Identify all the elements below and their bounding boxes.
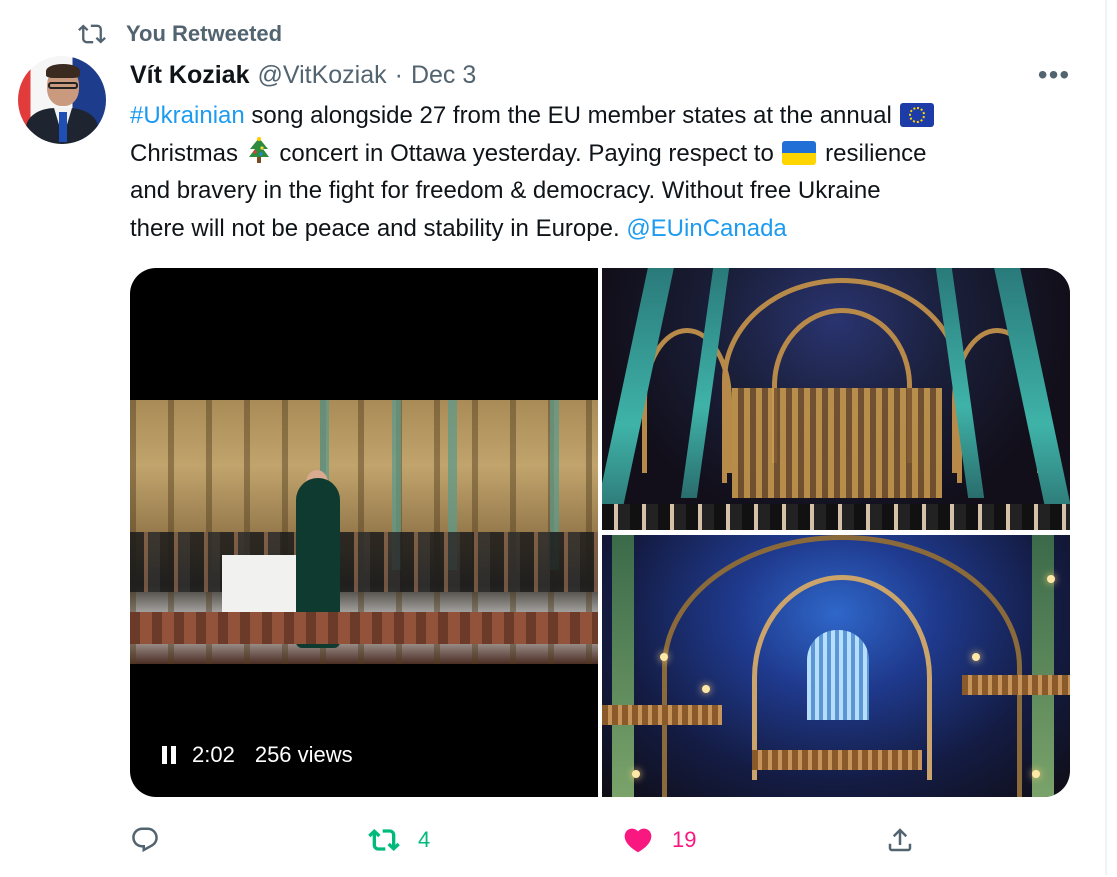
photo-cathedral-organ[interactable] bbox=[602, 535, 1070, 797]
video-frame bbox=[130, 400, 598, 664]
retweet-icon bbox=[368, 824, 400, 856]
media-grid: 2:02 256 views bbox=[130, 268, 1070, 797]
photo-cathedral-nave[interactable] bbox=[602, 268, 1070, 530]
pause-icon[interactable] bbox=[162, 746, 176, 764]
retweet-button[interactable]: 4 bbox=[368, 818, 430, 862]
tweet-text-line2b: concert in Ottawa yesterday. Paying resp… bbox=[272, 139, 781, 167]
reply-button[interactable] bbox=[130, 818, 178, 862]
tweet-text-line2a: Christmas bbox=[130, 139, 245, 167]
ukraine-flag-icon bbox=[782, 140, 817, 165]
video-player[interactable]: 2:02 256 views bbox=[130, 268, 598, 797]
retweet-icon bbox=[78, 20, 106, 48]
author-display-name[interactable]: Vít Koziak bbox=[130, 61, 249, 90]
avatar[interactable] bbox=[18, 56, 106, 144]
tweet-card[interactable]: You Retweeted Vít Koziak @VitKoziak · De… bbox=[0, 0, 1107, 875]
video-time: 2:02 bbox=[192, 742, 235, 767]
mention-link[interactable]: @EUinCanada bbox=[626, 215, 786, 242]
share-button[interactable] bbox=[885, 818, 933, 862]
reply-icon bbox=[130, 825, 160, 855]
eu-flag-icon bbox=[900, 103, 935, 127]
video-views: 256 views bbox=[254, 742, 353, 767]
like-button[interactable]: 19 bbox=[622, 818, 696, 862]
like-count: 19 bbox=[672, 827, 697, 852]
tweet-text: #Ukrainian song alongside 27 from the EU… bbox=[130, 97, 1070, 247]
hashtag-link[interactable]: #Ukrainian bbox=[130, 102, 245, 129]
social-context-label: You Retweeted bbox=[126, 21, 283, 46]
social-context: You Retweeted bbox=[78, 20, 282, 48]
tweet-actions: 4 19 bbox=[0, 818, 1105, 862]
christmas-tree-icon bbox=[247, 136, 271, 165]
tweet-text-line1: song alongside 27 from the EU member sta… bbox=[244, 102, 899, 129]
separator-dot: · bbox=[394, 60, 403, 89]
heart-icon bbox=[622, 824, 654, 856]
retweet-count: 4 bbox=[418, 827, 431, 852]
tweet-text-line3: and bravery in the fight for freedom & d… bbox=[130, 177, 881, 204]
more-options-button[interactable]: ••• bbox=[1034, 58, 1074, 92]
tweet-text-line2c: resilience bbox=[818, 139, 927, 167]
tweet-date[interactable]: Dec 3 bbox=[411, 61, 476, 90]
tweet-header: Vít Koziak @VitKoziak · Dec 3 bbox=[130, 58, 476, 92]
share-icon bbox=[885, 825, 915, 855]
tweet-text-line4: there will not be peace and stability in… bbox=[130, 214, 627, 242]
author-handle[interactable]: @VitKoziak bbox=[257, 61, 386, 90]
video-controls: 2:02 256 views bbox=[162, 740, 353, 770]
